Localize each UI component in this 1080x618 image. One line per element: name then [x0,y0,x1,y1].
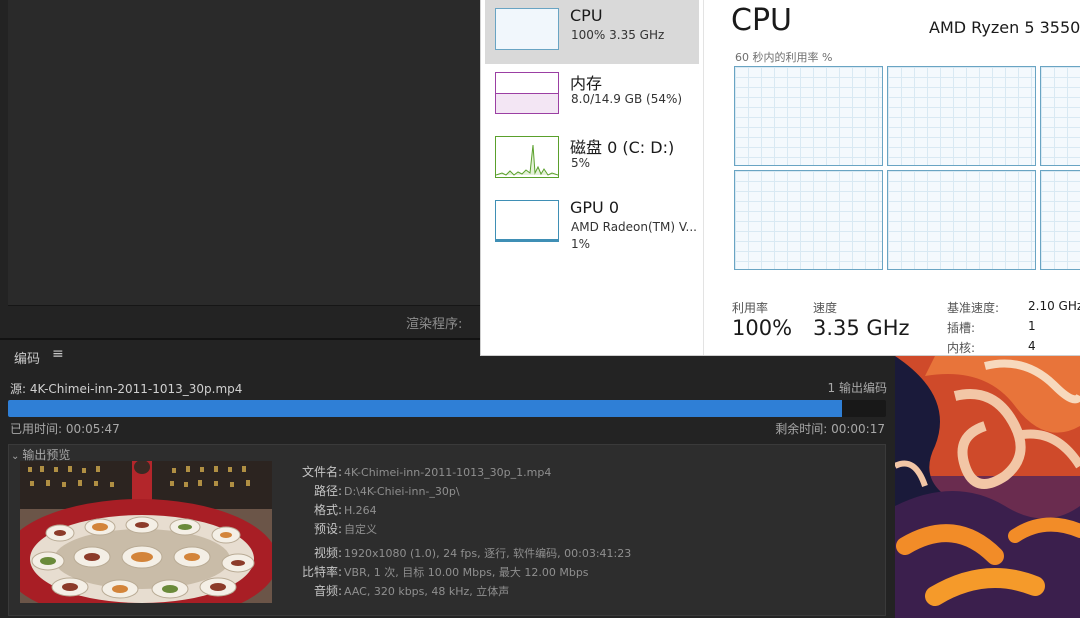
output-bitrate: VBR, 1 次, 目标 10.00 Mbps, 最大 12.00 Mbps [344,566,589,579]
graph-caption: 60 秒内的利用率 % [735,51,833,64]
sockets-value: 1 [1028,319,1036,333]
encoding-panel: 编码 ≡ 源: 4K-Chimei-inn-2011-1013_30p.mp4 … [0,338,895,618]
sidebar-item-label: 内存 [570,74,603,93]
detail-video: 视频: 1920x1080 (1.0), 24 fps, 逐行, 软件编码, 0… [281,544,881,563]
detail-label: 文件名: [301,465,342,479]
sidebar-item-label: CPU [570,6,603,25]
core-graph [734,170,883,270]
remaining-time: 剩余时间: 00:00:17 [775,422,885,436]
utilization-label: 利用率 [732,301,769,315]
panel-menu-icon[interactable]: ≡ [52,346,64,362]
base-speed-label: 基准速度: [947,301,1000,315]
task-manager-window: CPU 100% 3.35 GHz 内存 8.0/14.9 GB (54%) 磁… [480,0,1080,356]
gpu-mini-graph [495,200,559,242]
performance-sidebar: CPU 100% 3.35 GHz 内存 8.0/14.9 GB (54%) 磁… [481,0,701,355]
panel-title: 编码 [14,352,41,367]
detail-path: 路径: D:\4K-Chiei-inn-_30p\ [281,482,881,501]
detail-audio: 音频: AAC, 320 kbps, 48 kHz, 立体声 [281,582,881,601]
core-graph [1040,66,1080,166]
output-preview-label: 输出预览 [22,448,71,462]
encoding-progress-fill [8,400,843,417]
utilization-value: 100% [732,316,793,340]
elapsed-time: 已用时间: 00:05:47 [10,422,120,436]
sidebar-item-value: 5% [571,156,591,170]
core-graph [887,170,1036,270]
output-format: H.264 [344,504,377,517]
output-preview-section: ⌄ 输出预览 文件名: 4K-Chimei-inn-2011-1013_30p_… [8,444,886,616]
sidebar-item-label: 磁盘 0 (C: D:) [570,138,675,157]
core-graph [1040,170,1080,270]
detail-label: 视频: [313,546,342,560]
memory-mini-graph [495,72,559,114]
detail-label: 音频: [313,584,342,598]
detail-label: 路径: [313,484,342,498]
cores-label: 内核: [947,341,976,355]
output-preset: 自定义 [344,523,377,536]
detail-filename: 文件名: 4K-Chimei-inn-2011-1013_30p_1.mp4 [281,463,881,482]
wallpaper-art [895,356,1080,618]
cores-value: 4 [1028,339,1036,353]
sidebar-item-value: 8.0/14.9 GB (54%) [571,92,683,106]
output-path: D:\4K-Chiei-inn-_30p\ [344,485,460,498]
speed-label: 速度 [813,301,838,315]
cpu-detail-pane: CPU AMD Ryzen 5 3550 60 秒内的利用率 % 利用率 100… [704,0,1080,355]
core-graph [734,66,883,166]
sidebar-item-disk[interactable]: 磁盘 0 (C: D:) 5% [485,128,699,192]
sidebar-item-value: 100% 3.35 GHz [571,28,665,42]
sidebar-item-label: GPU 0 [570,198,620,217]
preview-thumbnail [20,461,272,603]
cpu-model: AMD Ryzen 5 3550 [929,18,1080,37]
sidebar-item-value: AMD Radeon(TM) V... [571,220,697,234]
detail-title: CPU [731,3,792,38]
sockets-label: 插槽: [947,321,976,335]
chevron-down-icon: ⌄ [11,451,20,462]
output-audio: AAC, 320 kbps, 48 kHz, 立体声 [344,585,510,598]
sidebar-item-value: 1% [571,237,591,251]
decorative-pattern [895,356,1080,618]
detail-label: 比特率: [301,565,342,579]
cpu-mini-graph [495,8,559,50]
banquet-image [20,461,272,603]
encoding-progress-bar [8,400,886,417]
disk-activity-line [496,144,558,176]
disk-mini-graph [495,136,559,178]
detail-label: 格式: [313,503,342,517]
base-speed-value: 2.10 GHz [1028,299,1080,313]
output-video: 1920x1080 (1.0), 24 fps, 逐行, 软件编码, 00:03… [344,547,632,560]
output-details: 文件名: 4K-Chimei-inn-2011-1013_30p_1.mp4 路… [281,463,881,601]
sidebar-item-cpu[interactable]: CPU 100% 3.35 GHz [485,0,699,64]
detail-preset: 预设: 自定义 [281,520,881,539]
speed-value: 3.35 GHz [813,316,910,340]
sidebar-item-gpu[interactable]: GPU 0 AMD Radeon(TM) V... 1% [485,192,699,256]
detail-bitrate: 比特率: VBR, 1 次, 目标 10.00 Mbps, 最大 12.00 M… [281,563,881,582]
renderer-label: 渲染程序: [406,317,463,332]
detail-format: 格式: H.264 [281,501,881,520]
detail-label: 预设: [313,522,342,536]
queue-count: 1 输出编码 [827,381,887,395]
source-file-label: 源: 4K-Chimei-inn-2011-1013_30p.mp4 [10,382,243,396]
core-graph [887,66,1036,166]
output-filename: 4K-Chimei-inn-2011-1013_30p_1.mp4 [344,466,552,479]
sidebar-item-memory[interactable]: 内存 8.0/14.9 GB (54%) [485,64,699,128]
